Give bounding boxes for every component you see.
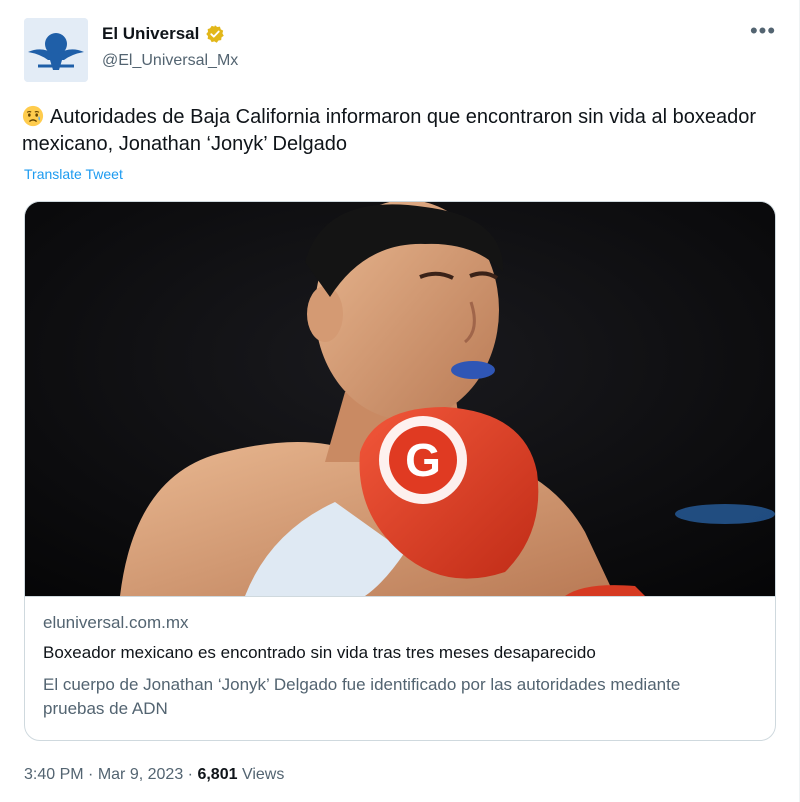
meta-separator: · xyxy=(187,766,193,783)
link-card[interactable]: G eluniversal.com.mx Boxeador mexicano e… xyxy=(24,201,776,741)
name-row: El Universal xyxy=(102,24,225,44)
card-info[interactable]: eluniversal.com.mx Boxeador mexicano es … xyxy=(25,596,775,740)
views-label[interactable]: Views xyxy=(242,766,284,783)
card-domain: eluniversal.com.mx xyxy=(43,613,189,632)
card-description: El cuerpo de Jonathan ‘Jonyk’ Delgado fu… xyxy=(43,675,681,718)
meta-separator: · xyxy=(88,766,94,783)
verified-badge-icon xyxy=(206,25,225,43)
card-image[interactable]: G xyxy=(25,202,775,596)
tweet-date[interactable]: Mar 9, 2023 xyxy=(98,766,183,783)
tweet-meta: 3:40 PM · Mar 9, 2023 · 6,801 Views xyxy=(24,766,284,784)
boxer-photo: G xyxy=(25,202,775,596)
eagle-logo-icon xyxy=(24,18,88,82)
views-count[interactable]: 6,801 xyxy=(197,766,237,783)
sad-but-relieved-face-emoji-icon xyxy=(22,105,44,127)
more-options-icon[interactable]: ••• xyxy=(749,20,777,48)
display-name[interactable]: El Universal xyxy=(102,24,199,44)
tweet-time[interactable]: 3:40 PM xyxy=(24,766,84,783)
avatar[interactable] xyxy=(24,18,88,82)
handle[interactable]: @El_Universal_Mx xyxy=(102,52,238,70)
tweet-body: Autoridades de Baja California informaro… xyxy=(22,106,756,155)
tweet-text: Autoridades de Baja California informaro… xyxy=(22,104,772,158)
tweet: El Universal @El_Universal_Mx ••• Autori… xyxy=(0,0,800,802)
card-title: Boxeador mexicano es encontrado sin vida… xyxy=(43,643,596,662)
translate-tweet-link[interactable]: Translate Tweet xyxy=(24,166,123,182)
glove-logo-letter: G xyxy=(405,434,441,486)
